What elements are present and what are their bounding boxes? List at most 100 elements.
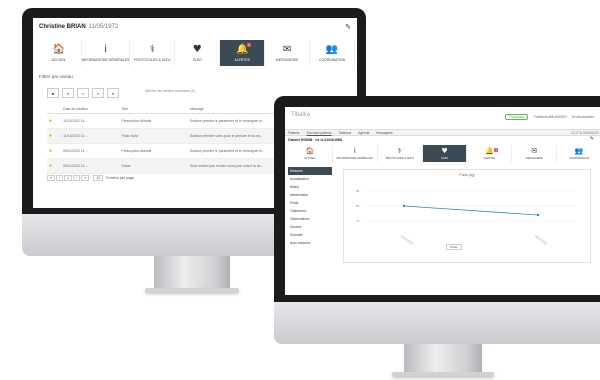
- table-cell: Poids Suivi: [119, 128, 188, 144]
- tab-bar: 🏠 Accueil i Informations générales ⚕ Protocol…: [288, 145, 600, 162]
- nav-agenda[interactable]: Agenda: [358, 131, 369, 135]
- sidebar-item-douleur[interactable]: Douleur: [288, 223, 332, 231]
- heart-icon: ♥: [192, 43, 202, 55]
- tab-messagerie[interactable]: ✉ Messagerie: [265, 40, 311, 66]
- tab-label: Protocoles & Suivi: [385, 156, 414, 160]
- sidebar-menu: Mesures Actualisation Bilans Alimentation Po…: [288, 167, 332, 247]
- sidebar-item-mesures[interactable]: Mesures: [288, 167, 332, 175]
- alert-level-dot: ●: [47, 158, 62, 174]
- series-line: [403, 205, 539, 216]
- info-icon: i: [104, 43, 108, 55]
- nav-patients[interactable]: Patients: [288, 131, 300, 135]
- level-chip[interactable]: ■: [47, 88, 59, 98]
- nav-tableaux[interactable]: Tableaux: [339, 131, 352, 135]
- column-header[interactable]: [47, 105, 62, 114]
- table-cell: Prescription Aldosté: [119, 143, 188, 159]
- nav-messagerie[interactable]: Messagerie: [376, 131, 392, 135]
- archived-alerts-link[interactable]: Afficher les alertes archivées (1): [145, 89, 195, 93]
- main-nav: Patients Suivi des patients Tableaux Agenda…: [285, 129, 600, 136]
- alert-level-dot: ●: [47, 113, 62, 129]
- monitor-right-chin: [274, 302, 600, 344]
- top-bar: Prestataire Fabienne AMUNDSEN Se déconne…: [505, 114, 594, 120]
- info-icon: i: [353, 146, 356, 155]
- app-logo: Tibalka: [291, 112, 311, 118]
- screen-right: Tibalka Prestataire Fabienne AMUNDSEN Se…: [285, 107, 600, 295]
- data-point[interactable]: [402, 204, 406, 208]
- level-chip[interactable]: ●: [77, 88, 89, 98]
- table-cell: Suivie: [119, 158, 188, 174]
- alert-count-badge: 1: [247, 43, 251, 47]
- sidebar-item-bilans[interactable]: Bilans: [288, 183, 332, 191]
- per-page-label: Entrées par page: [106, 176, 134, 180]
- home-icon: 🏠: [52, 43, 66, 55]
- tab-messagerie[interactable]: ✉ Messagerie: [512, 145, 558, 162]
- table-cell: 06/11/2022 11:...: [61, 143, 120, 159]
- tab-label: Coordination: [569, 156, 590, 160]
- level-chip[interactable]: ●: [107, 88, 119, 98]
- tab-label: Alertes: [234, 57, 250, 62]
- table-cell: 06/11/2022 11:...: [61, 158, 120, 174]
- tab-label: Suivi: [192, 57, 202, 62]
- tab-label: Alertes: [483, 156, 496, 160]
- patient-name: Gabriel ROBIN · né le 01/04/1968: [288, 138, 342, 142]
- sidebar-item-traitement[interactable]: Traitement: [288, 207, 332, 215]
- tab-informations-generales[interactable]: i Informations générales: [333, 145, 378, 162]
- sidebar-item-poids[interactable]: Poids: [288, 199, 332, 207]
- y-tick-label: 85: [356, 189, 360, 193]
- current-datetime: 11:27 le 05/06/2022: [571, 130, 599, 135]
- sidebar-item-observations[interactable]: Observations: [288, 215, 332, 223]
- sidebar-item-auto-mesures[interactable]: Auto-mesures: [288, 239, 332, 247]
- tab-protocoles-suivi[interactable]: ⚕ Protocoles & Suivi: [130, 40, 176, 66]
- monitor-left-stand: [154, 256, 230, 290]
- tab-label: Messagerie: [525, 156, 543, 160]
- level-chip[interactable]: ●: [62, 88, 74, 98]
- pager-next[interactable]: ›: [73, 175, 81, 181]
- tab-suivi[interactable]: ♥ Suivi: [175, 40, 221, 66]
- tab-label: Accueil: [304, 156, 316, 160]
- tab-coordination[interactable]: 👥 Coordination: [557, 145, 600, 162]
- y-tick-label: 80: [356, 204, 360, 208]
- pager-prev[interactable]: ‹: [56, 175, 64, 181]
- chart-legend[interactable]: Poids: [446, 244, 462, 250]
- tab-alertes[interactable]: 🔔 Alertes 1: [220, 40, 266, 66]
- sidebar-item-alimentation[interactable]: Alimentation: [288, 191, 332, 199]
- sidebar-item-actualisation[interactable]: Actualisation: [288, 175, 332, 183]
- tab-accueil[interactable]: 🏠 Accueil: [288, 145, 333, 162]
- pagination: « ‹ 1 › » 10 Entrées par page: [47, 175, 134, 181]
- tab-informations-generales[interactable]: i Informations générales: [82, 40, 131, 66]
- per-page-select[interactable]: 10: [93, 175, 104, 181]
- pager-page[interactable]: 1: [64, 175, 73, 181]
- level-chip[interactable]: ●: [92, 88, 104, 98]
- stethoscope-icon: ⚕: [397, 146, 402, 155]
- edit-icon[interactable]: ✎: [345, 23, 351, 31]
- alert-level-dot: ●: [47, 128, 62, 144]
- current-user[interactable]: Fabienne AMUNDSEN: [534, 115, 566, 119]
- weight-chart: Poids (kg) 85 80 75 11/11/2022 16/11/2022 Po…: [343, 169, 591, 263]
- pager-last[interactable]: »: [81, 175, 90, 181]
- role-pill[interactable]: Prestataire: [505, 114, 529, 120]
- legend-entry: Poids: [450, 245, 458, 249]
- tab-bar: 🏠 Accueil i Informations générales ⚕ Protocol…: [37, 40, 356, 66]
- table-cell: 11/11/2022 11:...: [61, 128, 120, 144]
- column-header[interactable]: Titre: [119, 105, 188, 114]
- monitor-right-stand: [404, 344, 482, 374]
- edit-icon[interactable]: ✎: [590, 136, 594, 142]
- column-header[interactable]: Date de création: [61, 105, 120, 114]
- home-icon: 🏠: [305, 146, 315, 155]
- table-cell: Prescription Aldosté: [119, 113, 188, 129]
- table-cell: 11/11/2022 11:...: [61, 113, 120, 129]
- tab-coordination[interactable]: 👥 Coordination: [310, 40, 356, 66]
- tab-alertes[interactable]: 🔔 Alertes 1: [467, 145, 513, 162]
- pager-first[interactable]: «: [47, 175, 55, 181]
- nav-suivi-des-patients[interactable]: Suivi des patients: [307, 131, 332, 135]
- tab-suivi[interactable]: ♥ Suivi: [422, 145, 468, 162]
- chart-plot: [366, 190, 576, 222]
- tab-accueil[interactable]: 🏠 Accueil: [37, 40, 82, 66]
- tab-label: Protocoles & Suivi: [134, 57, 171, 62]
- logout-link[interactable]: Se déconnecter: [572, 115, 594, 119]
- patient-birthdate: 11/05/1972: [88, 24, 119, 30]
- alert-level-dot: ●: [47, 143, 62, 159]
- tab-protocoles-suivi[interactable]: ⚕ Protocoles & Suivi: [378, 145, 423, 162]
- data-point[interactable]: [536, 213, 540, 217]
- sidebar-item-sommeil[interactable]: Sommeil: [288, 231, 332, 239]
